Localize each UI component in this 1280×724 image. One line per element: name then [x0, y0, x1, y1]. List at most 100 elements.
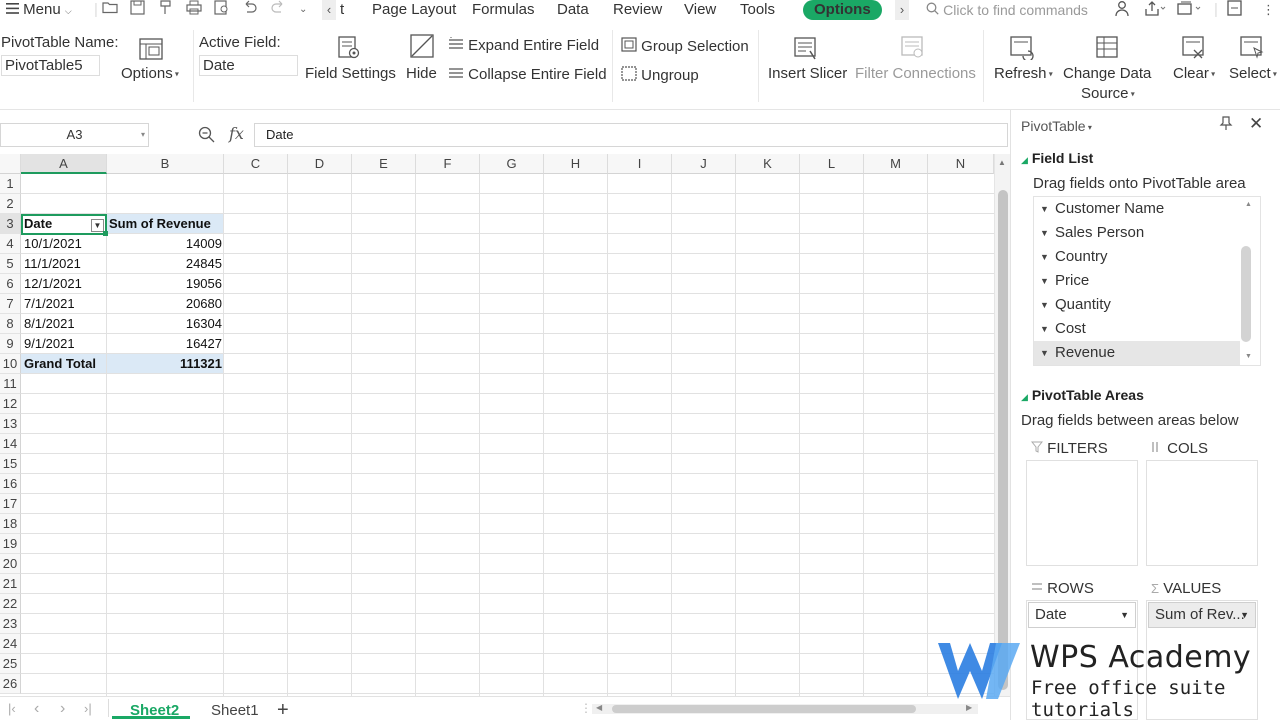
table-cell-value[interactable]: 16427 [107, 334, 224, 354]
tab-review[interactable]: Review [613, 0, 662, 20]
row-header[interactable]: 23 [0, 614, 21, 634]
table-cell-value[interactable]: 24845 [107, 254, 224, 274]
row-header[interactable]: 11 [0, 374, 21, 394]
field-settings-icon[interactable] [337, 36, 363, 60]
open-folder-icon[interactable] [102, 0, 118, 20]
next-sheet-icon[interactable]: › [60, 700, 65, 718]
column-header-b[interactable]: B [107, 154, 224, 174]
share-user-icon[interactable] [1114, 0, 1131, 20]
pane-title-dropdown[interactable]: PivotTable ▾ [1021, 118, 1092, 134]
insert-slicer-icon[interactable] [794, 37, 820, 61]
column-header-h[interactable]: H [544, 154, 608, 174]
row-header[interactable]: 12 [0, 394, 21, 414]
last-sheet-icon[interactable]: ›| [84, 701, 92, 716]
row-header[interactable]: 18 [0, 514, 21, 534]
scroll-down-icon[interactable]: ▼ [1245, 353, 1252, 360]
change-data-source-button[interactable]: Change Data [1063, 65, 1151, 82]
change-data-source-icon[interactable] [1096, 36, 1122, 60]
first-sheet-icon[interactable]: |‹ [8, 701, 16, 716]
column-header-m[interactable]: M [864, 154, 928, 174]
select-button[interactable]: Select ▾ [1229, 65, 1277, 82]
expand-entire-field-button[interactable]: Expand Entire Field [448, 36, 599, 54]
row-header[interactable]: 5 [0, 254, 21, 274]
refresh-icon[interactable] [1010, 36, 1036, 62]
row-header[interactable]: 17 [0, 494, 21, 514]
horizontal-scroll-thumb[interactable] [612, 705, 916, 713]
more-options-icon[interactable]: ⋮ [1262, 0, 1275, 20]
add-sheet-button[interactable]: + [277, 698, 289, 721]
scroll-left-icon[interactable]: ◀ [596, 703, 602, 712]
column-header-c[interactable]: C [224, 154, 288, 174]
fx-icon[interactable]: fx [229, 124, 244, 143]
scroll-up-icon[interactable]: ▲ [998, 158, 1006, 167]
tab-options[interactable]: Options [803, 0, 882, 20]
row-header[interactable]: 22 [0, 594, 21, 614]
tab-data[interactable]: Data [557, 0, 589, 20]
tab-formulas[interactable]: Formulas [472, 0, 535, 20]
field-list-section[interactable]: ◢ Field List [1021, 150, 1093, 166]
table-cell-value[interactable]: 14009 [107, 234, 224, 254]
filters-drop-area[interactable] [1026, 460, 1138, 566]
undo-icon[interactable] [242, 0, 258, 20]
row-header[interactable]: 20 [0, 554, 21, 574]
select-all-corner[interactable] [0, 154, 21, 174]
change-data-source-button-line2[interactable]: Source ▾ [1081, 85, 1135, 102]
row-header[interactable]: 10 [0, 354, 21, 374]
column-header-i[interactable]: I [608, 154, 672, 174]
collapse-entire-field-button[interactable]: Collapse Entire Field [448, 66, 607, 83]
row-header[interactable]: 4 [0, 234, 21, 254]
cols-drop-area[interactable] [1146, 460, 1258, 566]
column-header-a[interactable]: A [21, 154, 107, 174]
column-header-d[interactable]: D [288, 154, 352, 174]
formula-input[interactable]: Date [254, 123, 1008, 147]
tab-page-layout[interactable]: Page Layout [372, 0, 456, 20]
print-preview-icon[interactable] [214, 0, 230, 20]
field-price[interactable]: ▼ Price [1034, 269, 1240, 293]
values-field-sum-revenue[interactable]: Sum of Rev... ▼ [1148, 602, 1256, 628]
refresh-button[interactable]: Refresh ▾ [994, 65, 1053, 82]
row-header[interactable]: 1 [0, 174, 21, 194]
rows-field-date[interactable]: Date ▼ [1028, 602, 1136, 628]
column-header-g[interactable]: G [480, 154, 544, 174]
row-header[interactable]: 7 [0, 294, 21, 314]
split-handle[interactable]: ⋮ [580, 701, 592, 715]
table-cell-date[interactable]: 9/1/2021 [21, 334, 107, 354]
pivot-name-input[interactable]: PivotTable5 [1, 55, 100, 76]
active-field-input[interactable]: Date [199, 55, 298, 76]
search-commands[interactable]: Click to find commands [926, 0, 1088, 20]
row-header[interactable]: 16 [0, 474, 21, 494]
pivot-options-icon[interactable] [139, 38, 165, 62]
options-button[interactable]: Options ▾ [121, 65, 179, 82]
prev-sheet-icon[interactable]: ‹ [34, 700, 39, 718]
redo-icon[interactable] [270, 0, 286, 20]
table-cell-date[interactable]: 11/1/2021 [21, 254, 107, 274]
tab-truncated[interactable]: t [340, 0, 344, 20]
customize-toolbar-icon[interactable]: ⌄ [299, 0, 307, 20]
column-header-j[interactable]: J [672, 154, 736, 174]
print-icon[interactable] [186, 0, 202, 20]
row-header[interactable]: 13 [0, 414, 21, 434]
field-list[interactable]: ▼ Customer Name ▼ Sales Person ▼ Country ▼ P… [1033, 196, 1261, 366]
ungroup-button[interactable]: Ungroup [621, 66, 699, 84]
table-cell-date[interactable]: 7/1/2021 [21, 294, 107, 314]
row-header[interactable]: 8 [0, 314, 21, 334]
tab-tools[interactable]: Tools [740, 0, 775, 20]
menu-button[interactable]: Menu ⌵ [6, 0, 72, 20]
group-selection-button[interactable]: Group Selection [621, 37, 749, 55]
format-painter-icon[interactable] [158, 0, 173, 20]
row-header[interactable]: 6 [0, 274, 21, 294]
field-quantity[interactable]: ▼ Quantity [1034, 293, 1240, 317]
field-settings-button[interactable]: Field Settings [305, 65, 396, 82]
hide-button[interactable]: Hide [406, 65, 437, 82]
field-list-scroll-thumb[interactable] [1241, 246, 1251, 342]
row-header[interactable]: 21 [0, 574, 21, 594]
scroll-right-icon[interactable]: ▶ [966, 703, 972, 712]
column-header-n[interactable]: N [928, 154, 994, 174]
grand-total-label[interactable]: Grand Total [21, 354, 107, 374]
vertical-scroll-thumb[interactable] [998, 190, 1008, 690]
sheet-tab[interactable]: Sheet1 [211, 698, 259, 720]
row-header[interactable]: 25 [0, 654, 21, 674]
row-header[interactable]: 9 [0, 334, 21, 354]
table-cell-date[interactable]: 8/1/2021 [21, 314, 107, 334]
row-header[interactable]: 3 [0, 214, 21, 234]
